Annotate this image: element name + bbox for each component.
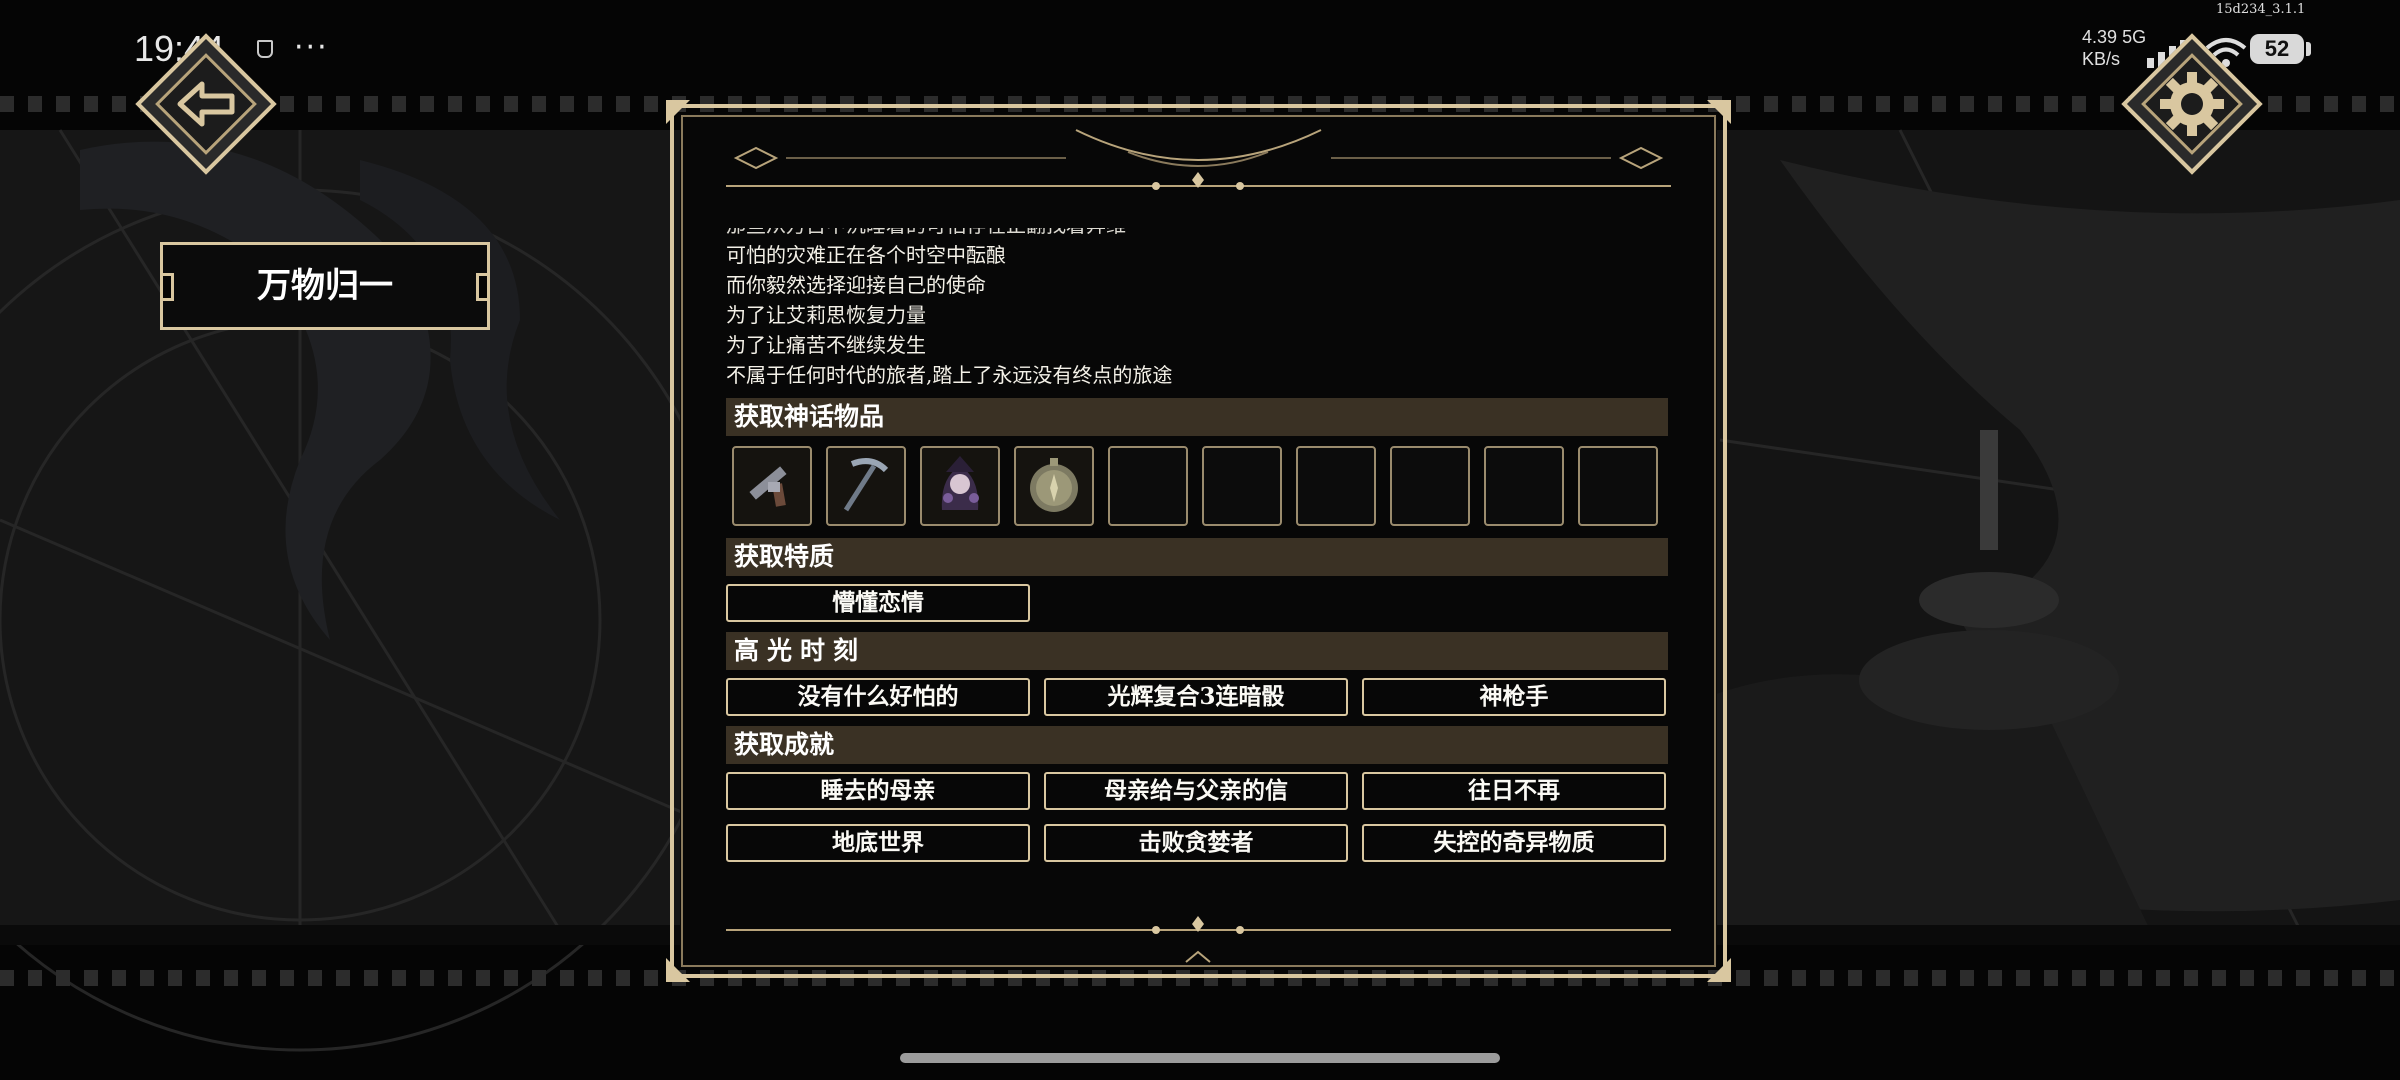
revolver-icon: [749, 466, 787, 507]
story-line: 而你毅然选择迎接自己的使命: [726, 273, 986, 297]
story-line: 不属于任何时代的旅者,踏上了永远没有终点的旅途: [726, 363, 1173, 387]
section-header-highlights: 高光时刻: [726, 632, 1668, 670]
section-header-mythic-items: 获取神话物品: [726, 398, 1668, 436]
battery-indicator: 52: [2250, 34, 2304, 64]
item-slot-empty[interactable]: [1108, 446, 1188, 526]
story-line: 为了让痛苦不继续发生: [726, 333, 926, 357]
item-slot-empty[interactable]: [1296, 446, 1376, 526]
section-header-achievements: 获取成就: [726, 726, 1668, 764]
gear-icon: [2160, 72, 2224, 136]
achievement-tag[interactable]: 地底世界: [726, 824, 1030, 862]
battery-tip: [2306, 42, 2311, 56]
achievement-tag[interactable]: 母亲给与父亲的信: [1044, 772, 1348, 810]
mythic-items-row: [732, 446, 1686, 526]
highlight-tag[interactable]: 没有什么好怕的: [726, 678, 1030, 716]
achievement-tag[interactable]: 失控的奇异物质: [1362, 824, 1666, 862]
summary-panel: 那些从万古中沉睡着的可怕存在正翻找着异维 可怕的灾难正在各个时空中酝酿 而你毅然…: [666, 100, 1731, 982]
item-slot-empty[interactable]: [1202, 446, 1282, 526]
back-arrow-icon: [177, 81, 235, 127]
build-label: 15d234_3.1.1: [2216, 2, 2306, 17]
panel-content: 那些从万古中沉睡着的可怕存在正翻找着异维 可怕的灾难正在各个时空中酝酿 而你毅然…: [726, 228, 1686, 948]
achievement-tag[interactable]: 睡去的母亲: [726, 772, 1030, 810]
item-slot-empty[interactable]: [1578, 446, 1658, 526]
story-line: 那些从万古中沉睡着的可怕存在正翻找着异维: [726, 228, 1686, 240]
highlight-tag[interactable]: 神枪手: [1362, 678, 1666, 716]
story-text: 那些从万古中沉睡着的可怕存在正翻找着异维 可怕的灾难正在各个时空中酝酿 而你毅然…: [726, 228, 1686, 390]
item-slot[interactable]: [826, 446, 906, 526]
net-speed-value: 4.39: [2082, 27, 2118, 47]
highlights-list: 没有什么好怕的 光辉复合3连暗骰 神枪手: [726, 678, 1676, 716]
traits-list: 懵懂恋情: [726, 584, 1676, 622]
item-slot[interactable]: [1014, 446, 1094, 526]
item-slot-empty[interactable]: [1390, 446, 1470, 526]
item-slot[interactable]: [732, 446, 812, 526]
settings-button[interactable]: [2121, 33, 2263, 175]
chapter-title: 万物归一: [257, 266, 393, 306]
pickaxe-icon: [843, 458, 889, 512]
highlight-tag[interactable]: 光辉复合3连暗骰: [1044, 678, 1348, 716]
witch-portrait-icon: [941, 456, 979, 510]
item-slot[interactable]: [920, 446, 1000, 526]
achievement-tag[interactable]: 击败贪婪者: [1044, 824, 1348, 862]
section-header-traits: 获取特质: [726, 538, 1668, 576]
more-dots-icon: ···: [294, 30, 329, 65]
net-speed-unit: KB/s: [2082, 49, 2121, 69]
achievements-list: 睡去的母亲 母亲给与父亲的信 往日不再 地底世界 击败贪婪者 失控的奇异物质: [726, 772, 1676, 862]
item-slot-empty[interactable]: [1484, 446, 1564, 526]
back-button[interactable]: [135, 33, 277, 175]
achievement-tag[interactable]: 往日不再: [1362, 772, 1666, 810]
story-line: 为了让艾莉思恢复力量: [726, 303, 926, 327]
chapter-title-plate: 万物归一: [160, 242, 490, 330]
home-indicator[interactable]: [900, 1053, 1500, 1063]
story-line: 可怕的灾难正在各个时空中酝酿: [726, 243, 1006, 267]
trait-tag[interactable]: 懵懂恋情: [726, 584, 1030, 622]
compass-orb-icon: [1030, 458, 1078, 512]
